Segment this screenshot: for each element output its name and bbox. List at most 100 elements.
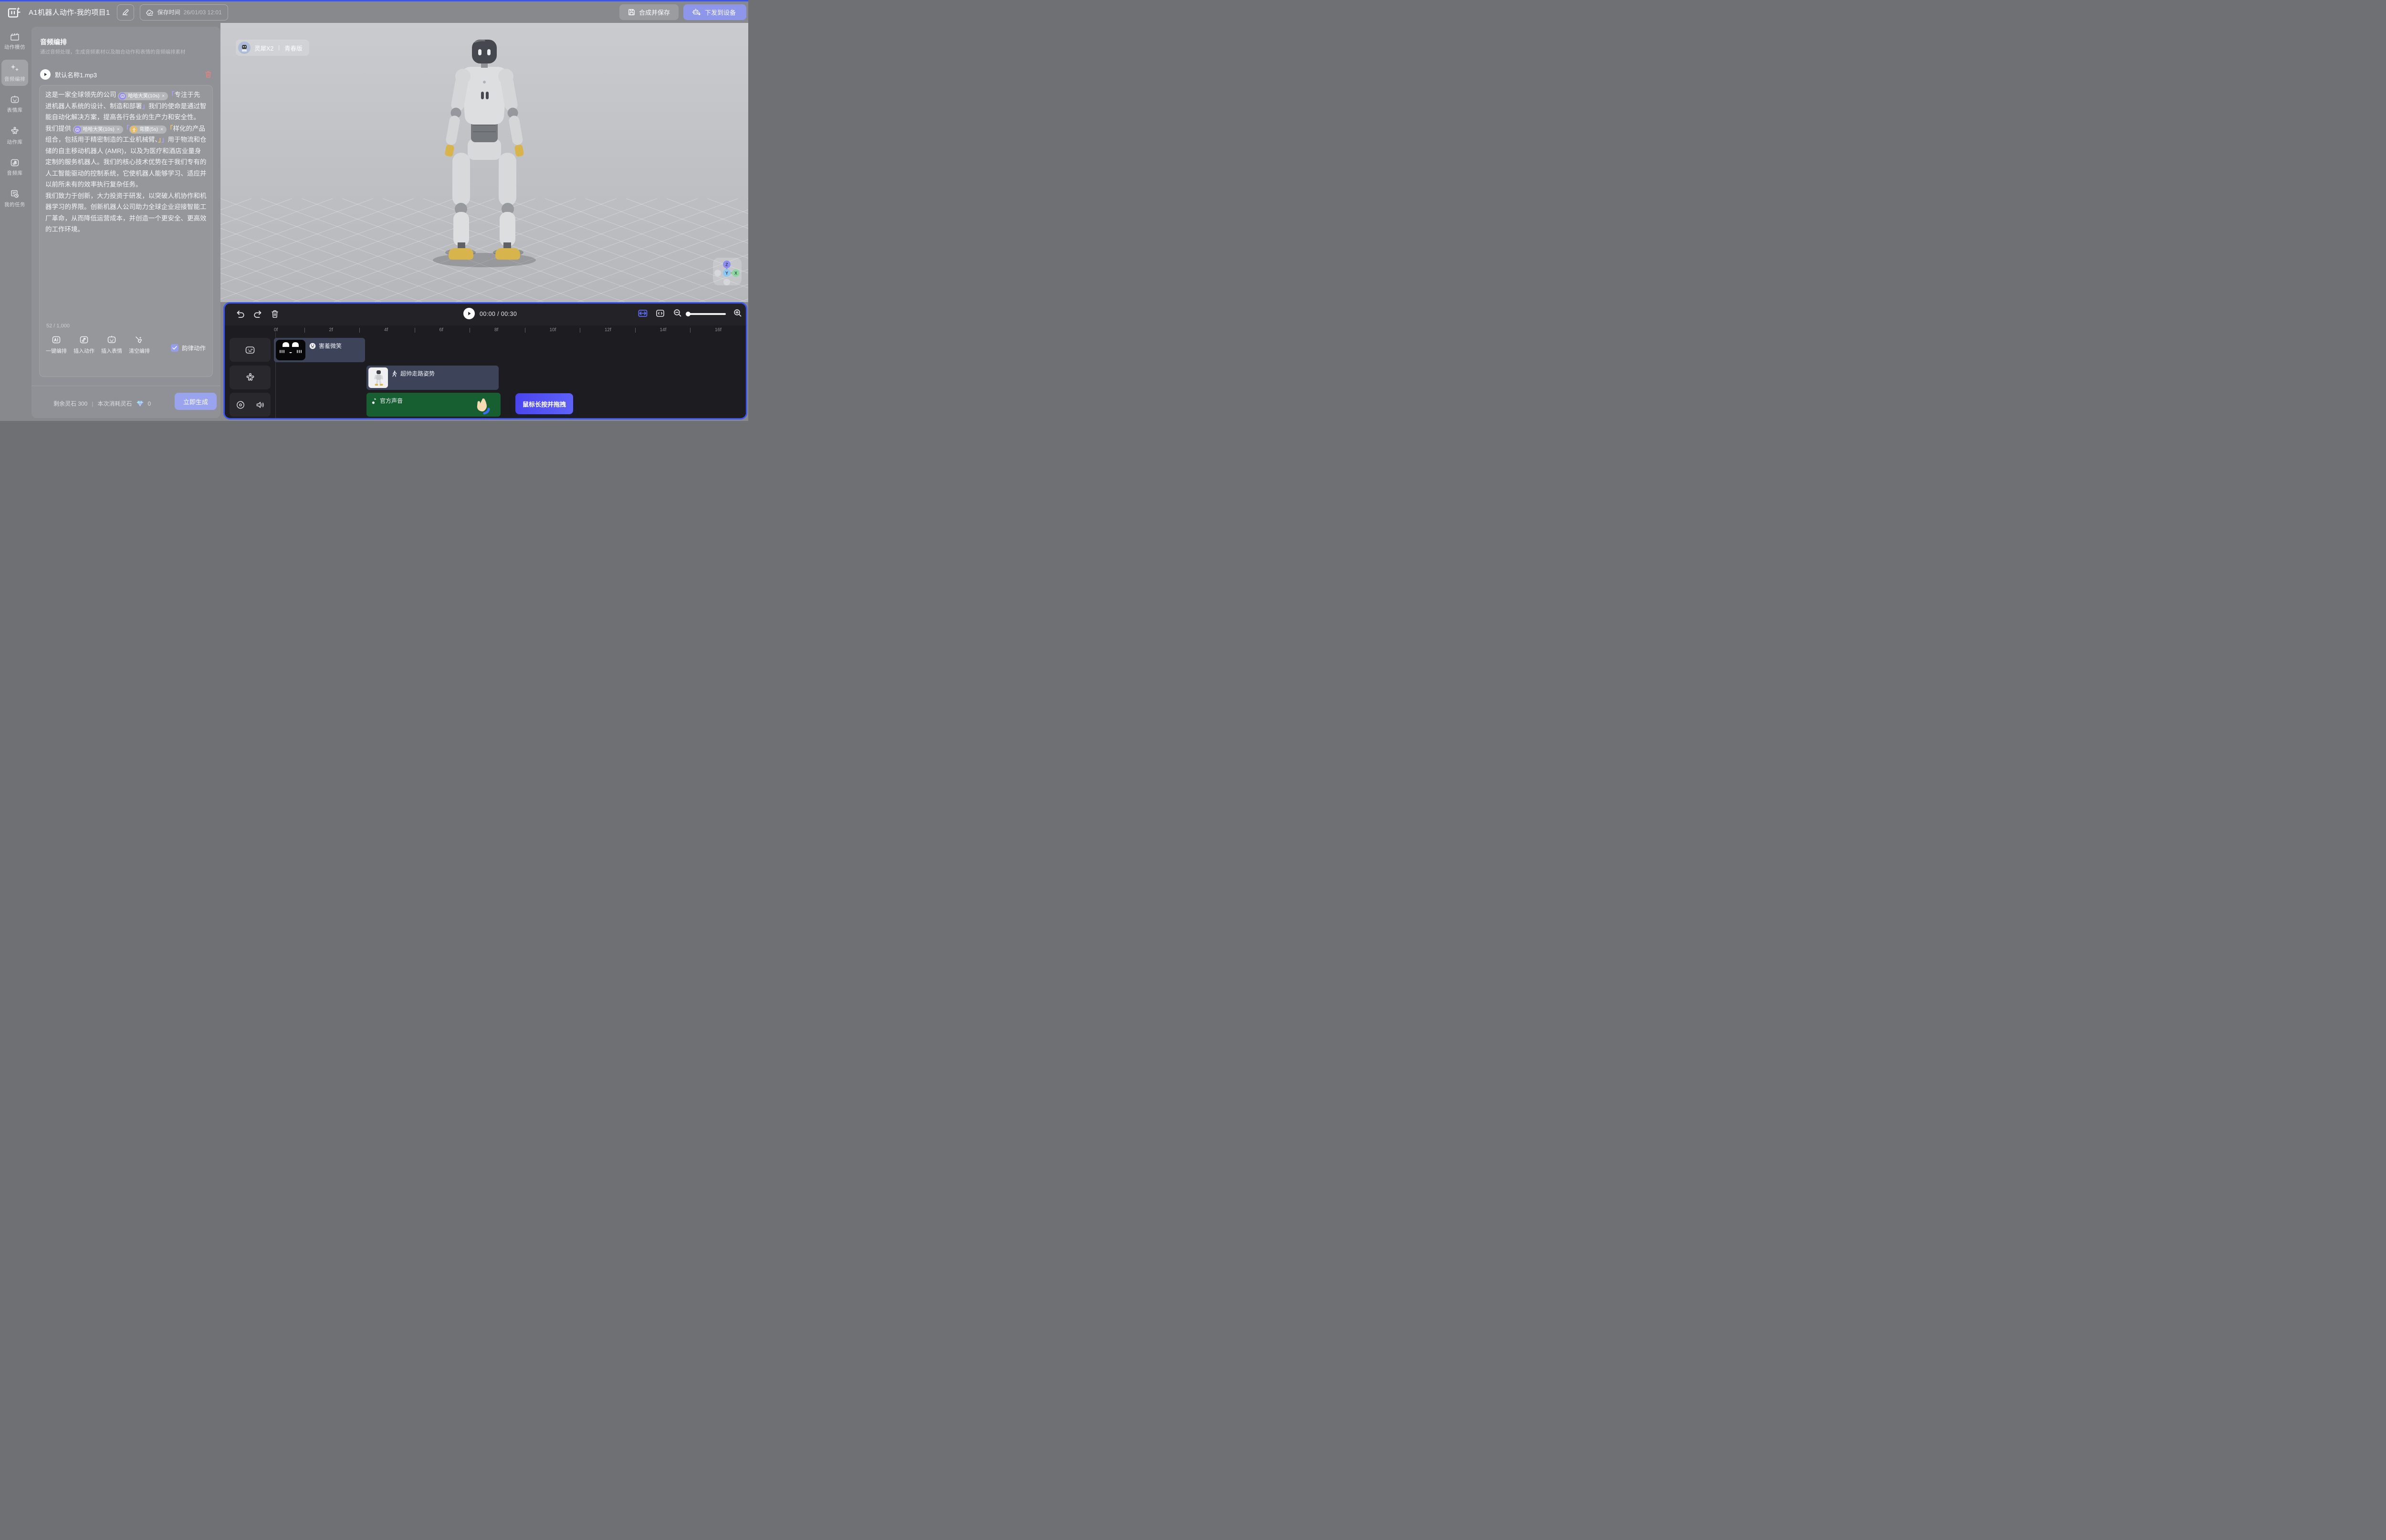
frame-ruler[interactable]: 0f2f4f6f8f10f12f14f16f [225, 326, 746, 335]
ruler-frame-label: 10f [550, 327, 556, 333]
sparkles-icon [10, 63, 20, 73]
robot-face-icon [74, 126, 81, 133]
remaining-gems: 剩余灵石 300 [53, 399, 87, 408]
zoom-in-icon[interactable] [733, 309, 742, 317]
save-time: 26/01/03 12:01 [184, 9, 222, 16]
model-separator: | [278, 45, 280, 51]
hand-cursor-icon [474, 397, 490, 416]
script-editor-text[interactable]: 这是一家全球领先的公司 哈哈大笑(10s)×「专注于先进机器人系统的设计、制造和… [45, 89, 207, 314]
timeline-play-button[interactable] [463, 308, 475, 319]
person-icon [10, 126, 20, 136]
ruler-tick [635, 328, 636, 333]
expression-tag[interactable]: 哈哈大笑(10s)× [118, 92, 168, 100]
sidebar-item-label: 动作模仿 [4, 43, 25, 51]
person-icon [245, 373, 255, 383]
zoom-out-icon[interactable] [673, 309, 682, 317]
robot-face-icon [107, 335, 116, 344]
audio-clip-label: 官方声音 [380, 397, 403, 405]
axis-z-label: Z [725, 262, 728, 267]
undo-button[interactable] [236, 310, 245, 318]
robot-face-icon [10, 95, 20, 104]
ruler-frame-label: 16f [715, 327, 722, 333]
motion-thumbnail [368, 367, 388, 388]
remove-tag-icon[interactable]: × [162, 93, 165, 100]
audio-track-header[interactable] [230, 393, 271, 417]
expression-track-header[interactable] [230, 338, 271, 362]
vinyl-disc-icon [236, 400, 245, 409]
save-label: 保存时间 [157, 8, 180, 16]
expand-timeline-icon[interactable] [656, 309, 665, 317]
sidebar-item-motion-mimic[interactable]: 动作模仿 [1, 29, 28, 54]
robot-model [441, 40, 528, 260]
top-bar-actions: 合成并保存 下发到设备 [619, 4, 746, 20]
insert-motion-button[interactable]: 插入动作 [70, 335, 98, 355]
model-edition: 青春版 [284, 43, 303, 52]
sidebar-item-motion-lib[interactable]: 动作库 [1, 123, 28, 149]
ruler-frame-label: 4f [384, 327, 388, 333]
model-name: 灵犀X2 [254, 43, 273, 52]
motion-track-header[interactable] [230, 366, 271, 389]
expression-clip[interactable]: 害羞微笑 [274, 338, 365, 362]
expression-clip-label: 害羞微笑 [319, 342, 342, 350]
broom-icon [135, 335, 144, 344]
insert-expression-button[interactable]: 插入表情 [98, 335, 126, 355]
music-box-icon [79, 335, 89, 344]
rhythm-label: 韵律动作 [182, 343, 206, 352]
rhythm-motion-checkbox[interactable]: 韵律动作 [171, 343, 206, 352]
robot-download-icon [692, 9, 701, 16]
deploy-to-device-button[interactable]: 下发到设备 [683, 4, 746, 20]
cost-value: 0 [148, 400, 151, 407]
play-audio-button[interactable] [40, 69, 51, 80]
tool-label: 清空编排 [129, 347, 150, 355]
segment-bracket: 「 [167, 125, 173, 132]
ruler-tick [359, 328, 360, 333]
motion-tag[interactable]: 弯腰(5s)× [129, 126, 167, 134]
ruler-frame-label: 0f [274, 327, 278, 333]
sidebar-item-label: 音频编排 [4, 75, 25, 83]
sidebar-item-my-tasks[interactable]: 我的任务 [1, 186, 28, 211]
redo-button[interactable] [253, 310, 262, 318]
gem-icon [136, 400, 144, 407]
segment-bracket: 「 [123, 125, 130, 132]
footer-divider: | [92, 400, 93, 407]
remove-tag-icon[interactable]: × [117, 126, 120, 133]
sidebar-item-audio-lib[interactable]: 音频库 [1, 155, 28, 180]
clear-arrange-button[interactable]: 清空编排 [126, 335, 153, 355]
ruler-frame-label: 12f [605, 327, 611, 333]
expression-clip-head: 害羞微笑 [309, 342, 342, 350]
robot-viewport[interactable]: Z Y X 灵犀X2 | 青春版 [220, 23, 748, 302]
delete-audio-icon[interactable] [205, 71, 212, 78]
script-editor[interactable]: 这是一家全球领先的公司 哈哈大笑(10s)×「专注于先进机器人系统的设计、制造和… [39, 85, 213, 377]
audio-file-row: 默认名称1.mp3 [40, 68, 212, 81]
zoom-slider[interactable] [687, 313, 726, 315]
app-root: A1机器人动作-我的项目1 保存时间 26/01/03 12:01 [0, 0, 748, 421]
generate-now-button[interactable]: 立即生成 [175, 393, 217, 410]
delete-clip-button[interactable] [271, 310, 279, 318]
task-list-icon [10, 189, 20, 199]
save-status: 保存时间 26/01/03 12:01 [140, 4, 228, 21]
edit-title-button[interactable] [117, 4, 134, 21]
motion-clip[interactable]: 超帅走路姿势 [366, 366, 499, 390]
tool-label: 插入动作 [73, 347, 94, 355]
tag-label: 哈哈大笑(10s) [128, 93, 159, 100]
axis-y-label: Y [725, 271, 728, 276]
sidebar-item-expression-lib[interactable]: 表情库 [1, 92, 28, 117]
segment-bracket: 「 [168, 91, 175, 98]
sidebar-item-audio-arrange[interactable]: 音频编排 [1, 60, 28, 86]
audio-arrange-panel: 音频编排 通过音频处理，生成音频素材以及融合动作和表情的音频编排素材 默认名称1… [31, 27, 220, 418]
remove-tag-icon[interactable]: × [160, 126, 163, 133]
speaker-icon[interactable] [256, 401, 265, 409]
ai-icon [52, 335, 61, 344]
model-avatar [238, 42, 251, 54]
audio-clip-head: 官方声音 [372, 397, 403, 405]
top-bar: A1机器人动作-我的项目1 保存时间 26/01/03 12:01 [0, 1, 748, 23]
fit-timeline-icon[interactable] [638, 309, 648, 317]
merge-save-button[interactable]: 合成并保存 [619, 4, 679, 20]
zoom-slider-handle[interactable] [686, 312, 691, 316]
drag-hint-button[interactable]: 鼠标长按并拖拽 [515, 393, 573, 414]
expression-tag[interactable]: 哈哈大笑(10s)× [73, 126, 123, 134]
segment-bracket: 」 [142, 103, 149, 110]
one-key-arrange-button[interactable]: 一键编排 [42, 335, 70, 355]
robot-wink-face-icon [245, 346, 255, 355]
cost-label: 本次消耗灵石 [97, 399, 132, 408]
